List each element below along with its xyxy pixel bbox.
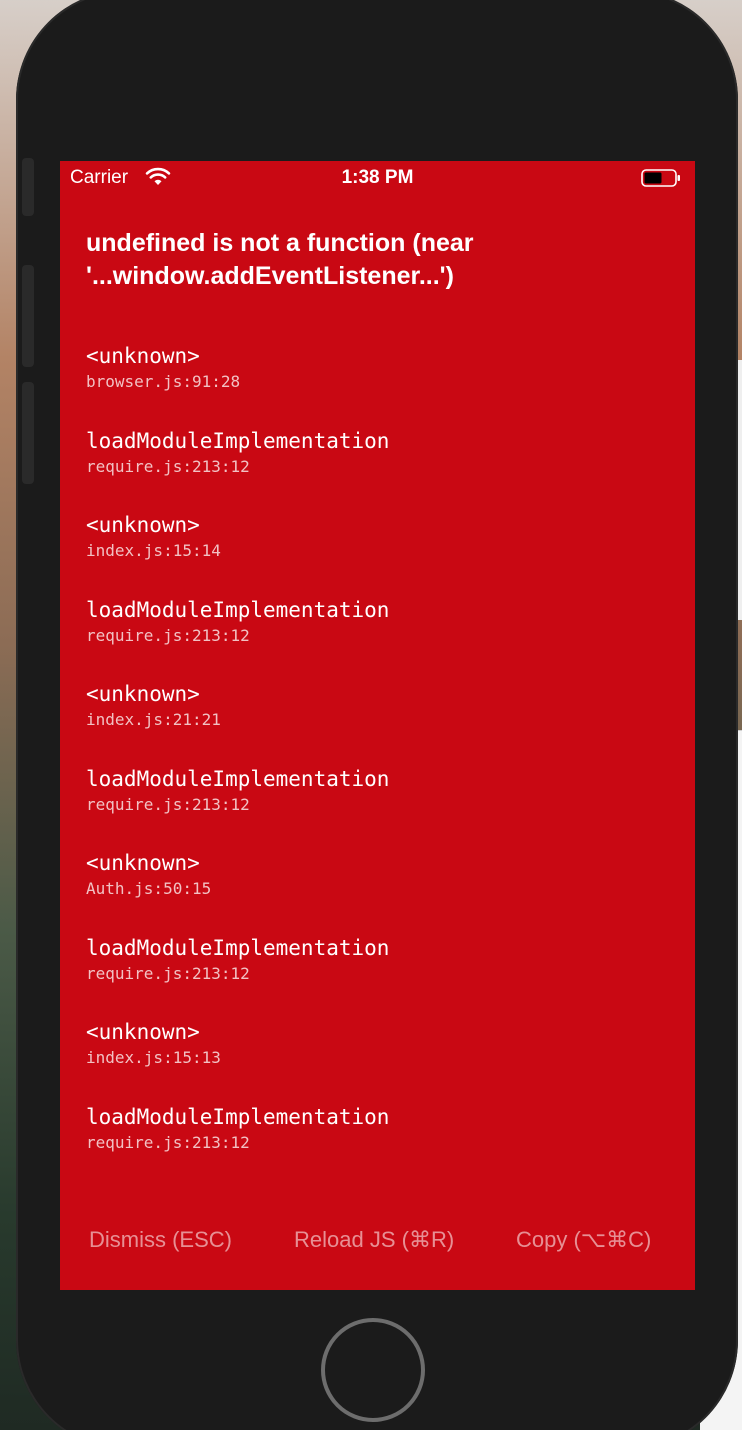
stack-frame-method: loadModuleImplementation [86, 428, 390, 453]
stack-frame-location: require.js:213:12 [86, 625, 250, 645]
stack-frame-location: require.js:213:12 [86, 963, 250, 983]
stack-frame-method: loadModuleImplementation [86, 935, 390, 960]
stack-frame[interactable]: loadModuleImplementation require.js:213:… [86, 426, 686, 511]
home-button[interactable] [321, 1318, 425, 1422]
stack-frame[interactable]: <unknown> index.js:15:13 [86, 1017, 686, 1102]
stack-frame-method: <unknown> [86, 851, 200, 875]
stack-frame-location: index.js:21:21 [86, 710, 221, 729]
stack-frame-location: index.js:15:14 [86, 541, 221, 560]
stack-frame-location: browser.js:91:28 [86, 372, 241, 391]
stack-frame-location: Auth.js:50:15 [86, 879, 212, 898]
error-message: undefined is not a function (near '...wi… [86, 227, 646, 293]
stack-frame[interactable]: loadModuleImplementation require.js:213:… [86, 595, 686, 680]
volume-up-button [22, 265, 34, 367]
stack-frame-location: index.js:15:13 [86, 1048, 221, 1067]
battery-icon [641, 169, 680, 187]
stack-frame[interactable]: <unknown> Auth.js:50:15 [86, 848, 686, 933]
stack-frame-location: require.js:213:12 [86, 1132, 250, 1152]
mute-switch [22, 158, 34, 216]
stack-frame[interactable]: <unknown> index.js:15:14 [86, 510, 686, 595]
status-bar: Carrier 1:38 PM [60, 161, 695, 197]
copy-button[interactable]: Copy (⌥⌘C) [516, 1227, 651, 1253]
stack-frame[interactable]: loadModuleImplementation require.js:213:… [86, 1102, 686, 1187]
stack-frame-method: <unknown> [86, 682, 200, 706]
stack-frame-location: require.js:213:12 [86, 794, 250, 814]
stack-frame-method: loadModuleImplementation [86, 1104, 390, 1129]
redbox-toolbar: Dismiss (ESC) Reload JS (⌘R) Copy (⌥⌘C) [60, 1221, 695, 1261]
stack-frame-method: <unknown> [86, 1020, 200, 1044]
stack-frame[interactable]: loadModuleImplementation require.js:213:… [86, 764, 686, 849]
status-time: 1:38 PM [341, 167, 414, 188]
stack-frame[interactable]: <unknown> index.js:21:21 [86, 679, 686, 764]
stack-frame-location: require.js:213:12 [86, 456, 250, 476]
dismiss-button[interactable]: Dismiss (ESC) [89, 1227, 232, 1253]
stack-trace: <unknown> browser.js:91:28 loadModuleImp… [86, 341, 686, 1186]
stack-frame-method: loadModuleImplementation [86, 766, 390, 791]
error-message-line-1: undefined is not a function (near [86, 229, 474, 257]
redbox-error-screen: Carrier 1:38 PM undefined is not a funct… [60, 161, 695, 1290]
stack-frame-method: <unknown> [86, 344, 200, 368]
volume-down-button [22, 382, 34, 484]
stack-frame-method: <unknown> [86, 513, 200, 537]
stack-frame[interactable]: loadModuleImplementation require.js:213:… [86, 933, 686, 1018]
stack-frame-method: loadModuleImplementation [86, 597, 390, 622]
error-message-line-2: '...window.addEventListener...') [86, 262, 454, 290]
reload-js-button[interactable]: Reload JS (⌘R) [294, 1227, 454, 1253]
stack-frame[interactable]: <unknown> browser.js:91:28 [86, 341, 686, 426]
